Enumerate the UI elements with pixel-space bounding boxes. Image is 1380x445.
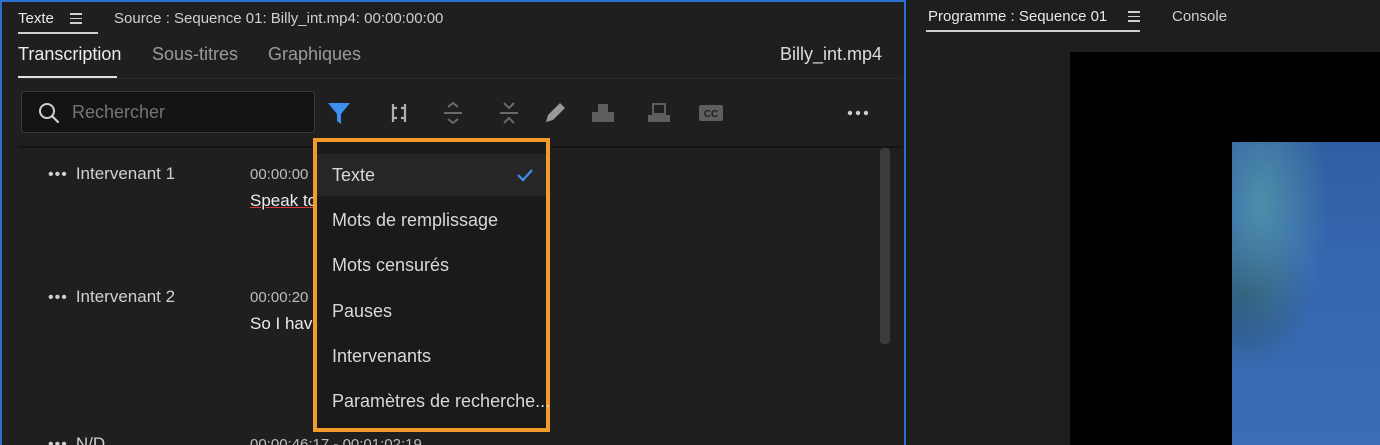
search-input[interactable] — [72, 102, 302, 123]
more-icon[interactable]: ••• — [48, 436, 68, 445]
program-monitor[interactable] — [1070, 52, 1380, 445]
tab-console[interactable]: Console — [1172, 8, 1227, 25]
speaker-name: N/D — [75, 434, 106, 445]
menu-item-mots-de-remplissage[interactable]: Mots de remplissage — [317, 199, 546, 241]
search-box[interactable] — [21, 91, 315, 133]
tab-graphiques[interactable]: Graphiques — [268, 44, 361, 65]
menu-item-pauses[interactable]: Pauses — [317, 290, 546, 332]
tab-sous-titres[interactable]: Sous-titres — [152, 44, 238, 65]
menu-item-label: Texte — [332, 165, 376, 185]
transcript-text[interactable]: Speak to — [250, 191, 317, 211]
menu-item-parametres-de-recherche[interactable]: Paramètres de recherche... — [317, 380, 550, 422]
scrollbar[interactable] — [880, 148, 890, 344]
speaker-name: Intervenant 1 — [75, 164, 176, 183]
cc-icon[interactable]: CC — [698, 100, 724, 126]
checkmark-icon — [517, 169, 533, 182]
more-icon[interactable]: ••• — [48, 166, 68, 184]
tab-transcription[interactable]: Transcription — [18, 44, 121, 65]
caption-icon[interactable] — [646, 100, 672, 126]
tab-texte[interactable]: Texte — [18, 10, 54, 27]
pencil-icon[interactable] — [542, 100, 568, 126]
search-icon — [39, 103, 60, 124]
speaker-icon[interactable] — [590, 100, 616, 126]
collapse-icon[interactable] — [496, 100, 522, 126]
menu-item-texte[interactable]: Texte — [317, 154, 546, 196]
more-icon[interactable] — [845, 100, 871, 126]
panel-menu-icon[interactable] — [70, 13, 82, 27]
timestamp: 00:00:00 — [250, 166, 309, 183]
menu-item-mots-censures[interactable]: Mots censurés — [317, 244, 546, 286]
timestamp: 00:00:46:17 - 00:01:02:19 — [250, 436, 422, 445]
timestamp: 00:00:20 — [250, 289, 309, 306]
svg-text:CC: CC — [704, 109, 718, 120]
tab-underline — [926, 30, 1140, 32]
filter-dropdown: Texte Mots de remplissage Mots censurés … — [313, 138, 550, 432]
transcript-text[interactable]: So I have — [250, 314, 322, 334]
tab-underline — [18, 32, 98, 34]
tab-programme[interactable]: Programme : Sequence 01 — [928, 8, 1107, 25]
filter-icon[interactable] — [326, 100, 352, 126]
speaker-row[interactable]: ••• N/D — [48, 434, 105, 445]
menu-item-intervenants[interactable]: Intervenants — [317, 335, 546, 377]
speaker-name: Intervenant 2 — [75, 287, 176, 306]
divider — [18, 78, 902, 79]
expand-icon[interactable] — [440, 100, 466, 126]
speaker-row[interactable]: ••• Intervenant 2 — [48, 287, 175, 307]
file-name: Billy_int.mp4 — [779, 44, 882, 64]
speaker-row[interactable]: ••• Intervenant 1 — [48, 164, 175, 184]
program-panel: Programme : Sequence 01 Console — [910, 0, 1380, 445]
panel-menu-icon[interactable] — [1128, 11, 1140, 25]
more-icon[interactable]: ••• — [48, 289, 68, 307]
video-frame — [1232, 142, 1380, 445]
merge-icon[interactable] — [386, 100, 412, 126]
source-label: Source : Sequence 01: Billy_int.mp4: 00:… — [114, 10, 444, 27]
